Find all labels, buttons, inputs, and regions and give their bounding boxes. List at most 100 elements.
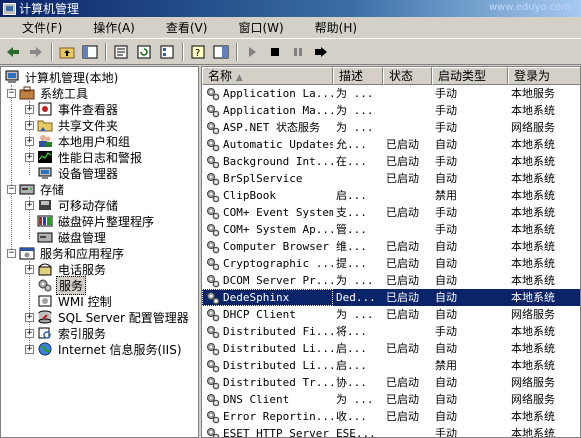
service-rows: Application La... 为 ... 手动 本地服务 Application …	[202, 85, 580, 437]
service-logon-as: 网络服务	[511, 376, 555, 389]
tree-item-defrag[interactable]: 磁盘碎片整理程序	[37, 213, 156, 229]
service-gear-icon	[206, 138, 223, 152]
console-tree[interactable]: 计算机管理(本地) − 系统工具 + 事件查看器 + 共享文件夹 + 本地用户和…	[0, 66, 199, 438]
properties-icon[interactable]	[110, 42, 132, 62]
service-status: 已启动	[386, 410, 419, 423]
service-row[interactable]: DedeSphinx Ded... 已启动 自动 本地系统	[202, 289, 580, 306]
column-header-logon[interactable]: 登录为	[508, 67, 580, 85]
tree-item-device-manager[interactable]: 设备管理器	[37, 165, 120, 181]
tree-item-perf-logs[interactable]: + 性能日志和警报	[25, 149, 144, 165]
service-row[interactable]: ASP.NET 状态服务 为 ... 手动 网络服务	[202, 119, 580, 136]
tree-item-storage[interactable]: − 存储	[7, 181, 66, 197]
service-row[interactable]: ClipBook 启... 禁用 本地系统	[202, 187, 580, 204]
expand-toggle[interactable]: +	[25, 328, 34, 338]
title-bar[interactable]: 计算机管理 www.eduyo.com	[0, 0, 581, 17]
column-header-desc[interactable]: 描述	[333, 67, 383, 85]
service-name: DCOM Server Pr...	[223, 274, 333, 287]
tree-item-services-apps[interactable]: − 服务和应用程序	[7, 245, 126, 261]
back-icon[interactable]	[2, 42, 24, 62]
service-row[interactable]: COM+ Event System 支... 已启动 手动 本地系统	[202, 204, 580, 221]
column-header-startup[interactable]: 启动类型	[432, 67, 508, 85]
service-row[interactable]: Computer Browser 维... 已启动 自动 本地系统	[202, 238, 580, 255]
tree-item-local-users[interactable]: + 本地用户和组	[25, 133, 132, 149]
service-desc: 允...	[336, 138, 367, 151]
service-row[interactable]: Distributed Tr... 协... 已启动 自动 网络服务	[202, 374, 580, 391]
tree-item-wmi[interactable]: WMI 控制	[37, 293, 114, 309]
expand-toggle[interactable]: +	[25, 264, 34, 274]
expand-toggle[interactable]: +	[25, 312, 34, 322]
menu-help[interactable]: 帮助(H)	[293, 17, 366, 39]
service-row[interactable]: DNS Client 为 ... 已启动 自动 网络服务	[202, 391, 580, 408]
service-gear-icon	[206, 121, 223, 135]
up-folder-icon[interactable]	[56, 42, 78, 62]
collapse-toggle[interactable]: −	[7, 248, 16, 258]
service-row[interactable]: Distributed Fi... 将... 手动 本地系统	[202, 323, 580, 340]
service-row[interactable]: Cryptographic ... 提... 已启动 自动 本地系统	[202, 255, 580, 272]
column-header-name[interactable]: 名称 ▲	[202, 67, 333, 85]
service-logon-as: 本地系统	[511, 155, 555, 168]
service-row[interactable]: Error Reportin... 收... 已启动 自动 本地系统	[202, 408, 580, 425]
expand-toggle[interactable]: +	[25, 120, 34, 130]
menu-view[interactable]: 查看(V)	[144, 17, 217, 39]
services-list[interactable]: 名称 ▲ 描述 状态 启动类型 登录为 Application La... 为 .…	[201, 66, 581, 438]
service-name: DNS Client	[223, 393, 290, 406]
service-logon-as: 本地系统	[511, 240, 555, 253]
list-header: 名称 ▲ 描述 状态 启动类型 登录为	[202, 67, 580, 85]
service-row[interactable]: COM+ System Ap... 管... 手动 本地系统	[202, 221, 580, 238]
tree-item-services[interactable]: 服务	[37, 275, 87, 295]
tree-item-system-tools[interactable]: − 系统工具	[7, 85, 90, 101]
collapse-toggle[interactable]: −	[7, 184, 16, 194]
service-status	[383, 102, 432, 119]
column-header-status[interactable]: 状态	[383, 67, 432, 85]
service-desc: 将...	[336, 325, 367, 338]
service-row[interactable]: Distributed Li... 启... 已启动 自动 本地系统	[202, 340, 580, 357]
collapse-toggle[interactable]: −	[7, 88, 16, 98]
service-status	[383, 357, 432, 374]
play-icon[interactable]	[241, 42, 263, 62]
tree-item-sql-server[interactable]: + SQL Server 配置管理器	[25, 309, 191, 325]
menu-window[interactable]: 窗口(W)	[216, 17, 292, 39]
refresh-icon[interactable]	[133, 42, 155, 62]
service-row[interactable]: Application La... 为 ... 手动 本地服务	[202, 85, 580, 102]
service-row[interactable]: BrSplService 已启动 自动 本地系统	[202, 170, 580, 187]
tree-root[interactable]: 计算机管理(本地)	[4, 69, 120, 85]
window-title: 计算机管理	[19, 2, 80, 16]
forward-icon[interactable]	[25, 42, 47, 62]
restart-icon[interactable]	[310, 42, 332, 62]
service-desc: 为 ...	[336, 393, 374, 406]
pause-icon[interactable]	[287, 42, 309, 62]
stop-icon[interactable]	[264, 42, 286, 62]
service-row[interactable]: DCOM Server Pr... 为 ... 已启动 自动 本地系统	[202, 272, 580, 289]
expand-toggle[interactable]: +	[25, 136, 34, 146]
console-tree-icon[interactable]	[210, 42, 232, 62]
expand-toggle[interactable]: +	[25, 344, 34, 354]
service-name-cell: Application Ma...	[202, 102, 333, 119]
tree-label-iis: Internet 信息服务(IIS)	[58, 342, 182, 357]
service-row[interactable]: DHCP Client 为 ... 已启动 自动 网络服务	[202, 306, 580, 323]
tree-item-iis[interactable]: + Internet 信息服务(IIS)	[25, 341, 184, 357]
menu-action[interactable]: 操作(A)	[71, 17, 144, 39]
service-status: 已启动	[386, 393, 419, 406]
tree-label-services-apps: 服务和应用程序	[40, 246, 125, 261]
help-icon[interactable]: ?	[187, 42, 209, 62]
tree-item-indexing[interactable]: + 索引服务	[25, 325, 108, 341]
service-startup-type: 自动	[435, 291, 457, 304]
tree-item-event-viewer[interactable]: + 事件查看器	[25, 101, 120, 117]
service-row[interactable]: Automatic Updates 允... 已启动 自动 本地系统	[202, 136, 580, 153]
service-row[interactable]: Background Int... 在... 已启动 手动 本地系统	[202, 153, 580, 170]
show-tree-icon[interactable]	[79, 42, 101, 62]
tree-item-disk-management[interactable]: 磁盘管理	[37, 229, 108, 245]
tree-item-shared-folders[interactable]: + 共享文件夹	[25, 117, 120, 133]
service-row[interactable]: ESET HTTP Server ESE... 手动 本地系统	[202, 425, 580, 437]
expand-toggle[interactable]: +	[25, 104, 34, 114]
service-gear-icon	[206, 342, 223, 356]
service-row[interactable]: Distributed Li... 启... 禁用 本地系统	[202, 357, 580, 374]
expand-toggle[interactable]: +	[25, 200, 34, 210]
service-gear-icon	[206, 308, 223, 322]
menu-file[interactable]: 文件(F)	[0, 17, 71, 39]
service-logon-as: 本地系统	[511, 410, 555, 423]
export-list-icon[interactable]	[156, 42, 178, 62]
tree-item-removable-storage[interactable]: + 可移动存储	[25, 197, 120, 213]
service-row[interactable]: Application Ma... 为 ... 手动 本地系统	[202, 102, 580, 119]
expand-toggle[interactable]: +	[25, 152, 34, 162]
